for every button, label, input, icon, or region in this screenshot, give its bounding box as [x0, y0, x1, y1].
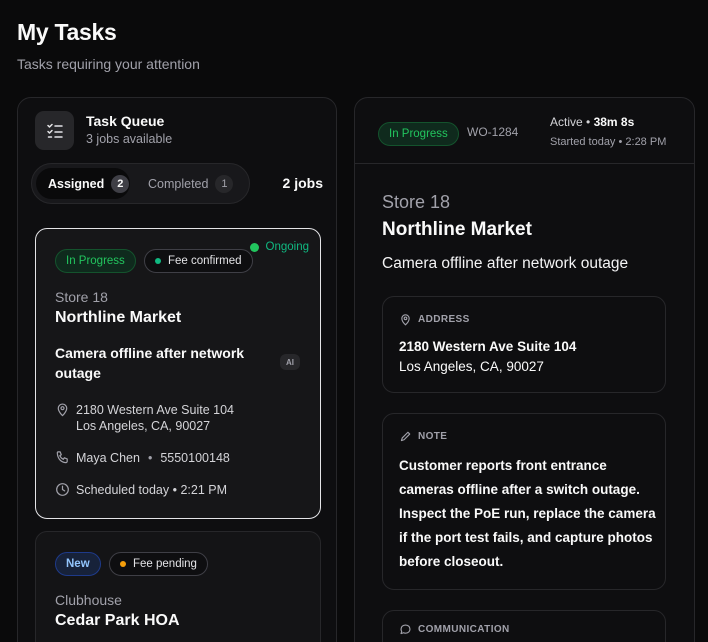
- detail-store-name: Northline Market: [382, 219, 532, 240]
- tab-assigned-label: Assigned: [48, 176, 105, 191]
- schedule-row: Scheduled today • 2:21 PM: [55, 482, 227, 498]
- checklist-icon: [35, 111, 74, 150]
- page-subtitle: Tasks requiring your attention: [17, 56, 200, 72]
- live-dot-icon: [249, 242, 259, 252]
- active-label: Active •: [550, 115, 591, 129]
- started-time: Started today • 2:28 PM: [550, 136, 667, 148]
- task-card-northline[interactable]: In Progress Fee confirmed Ongoing Store …: [35, 228, 321, 519]
- address-row: 2180 Western Ave Suite 104 Los Angeles, …: [55, 402, 234, 434]
- task-card-cedar-park[interactable]: New Fee pending Clubhouse Cedar Park HOA: [35, 531, 321, 642]
- jobs-count: 2 jobs: [282, 175, 323, 191]
- tab-assigned[interactable]: Assigned 2: [36, 168, 130, 199]
- store-number: Store 18: [55, 289, 108, 305]
- contact-row: Maya Chen • 5550100148: [55, 450, 230, 466]
- contact-phone[interactable]: 5550100148: [160, 450, 230, 466]
- queue-subtitle: 3 jobs available: [86, 132, 173, 146]
- status-badge: In Progress: [55, 249, 136, 273]
- address-line2: Los Angeles, CA, 90027: [399, 359, 544, 374]
- fee-label: Fee pending: [133, 558, 197, 570]
- address-line2: Los Angeles, CA, 90027: [76, 419, 211, 433]
- map-pin-icon: [57, 403, 68, 417]
- address-section: ADDRESS 2180 Western Ave Suite 104 Los A…: [382, 296, 666, 393]
- issue-title: Camera offline after network outage: [55, 345, 245, 381]
- note-text: Customer reports front entrance cameras …: [399, 458, 656, 569]
- communication-label-row: COMMUNICATION: [399, 623, 510, 636]
- note-section: NOTE Customer reports front entrance cam…: [382, 413, 666, 590]
- detail-store-number: Store 18: [382, 192, 451, 212]
- contact-name: Maya Chen: [76, 451, 140, 465]
- page: My Tasks Tasks requiring your attention …: [0, 0, 708, 642]
- live-indicator: Ongoing: [249, 241, 309, 253]
- pencil-icon: [400, 431, 411, 442]
- fee-dot-icon: [155, 258, 161, 264]
- chat-bubble-icon: [400, 624, 411, 635]
- store-number: Clubhouse: [55, 592, 122, 608]
- store-name: Cedar Park HOA: [55, 612, 180, 629]
- task-detail-panel: In Progress WO-1284 Active • 38m 8s Star…: [354, 97, 695, 642]
- fee-dot-icon: [120, 561, 126, 567]
- fee-label: Fee confirmed: [168, 255, 242, 267]
- address-label: ADDRESS: [418, 314, 470, 325]
- detail-header: In Progress WO-1284 Active • 38m 8s Star…: [355, 98, 694, 164]
- address-line1: 2180 Western Ave Suite 104: [76, 403, 234, 417]
- active-timer: Active • 38m 8s: [550, 115, 634, 129]
- work-order-id: WO-1284: [467, 125, 519, 139]
- live-label: Ongoing: [265, 241, 309, 253]
- phone-icon: [56, 451, 68, 464]
- detail-status-badge: In Progress: [378, 122, 459, 146]
- note-label: NOTE: [418, 431, 448, 442]
- tab-completed-label: Completed: [148, 176, 209, 191]
- communication-label: COMMUNICATION: [418, 624, 510, 635]
- clock-icon: [56, 483, 69, 496]
- fee-badge: Fee pending: [109, 552, 208, 576]
- address-line1: 2180 Western Ave Suite 104: [399, 339, 577, 354]
- status-badge: New: [55, 552, 101, 576]
- scheduled-time: Scheduled today • 2:21 PM: [76, 483, 228, 497]
- note-label-row: NOTE: [399, 430, 447, 443]
- fee-badge: Fee confirmed: [144, 249, 253, 273]
- task-queue-panel: Task Queue 3 jobs available Assigned 2 C…: [17, 97, 337, 642]
- ai-badge: AI: [280, 354, 300, 370]
- detail-issue-title: Camera offline after network outage: [382, 255, 629, 272]
- page-title: My Tasks: [17, 19, 117, 45]
- address-label-row: ADDRESS: [399, 313, 470, 326]
- queue-filter-tabs: Assigned 2 Completed 1: [31, 163, 250, 204]
- address-value[interactable]: 2180 Western Ave Suite 104 Los Angeles, …: [399, 337, 576, 377]
- active-time: 38m 8s: [593, 115, 635, 129]
- queue-title: Task Queue: [86, 113, 165, 129]
- communication-section: COMMUNICATION: [382, 610, 666, 642]
- map-pin-icon: [401, 314, 410, 326]
- tab-completed[interactable]: Completed 1: [138, 168, 238, 199]
- tab-assigned-count: 2: [111, 174, 130, 193]
- tab-completed-count: 1: [215, 174, 234, 193]
- store-name: Northline Market: [55, 309, 182, 326]
